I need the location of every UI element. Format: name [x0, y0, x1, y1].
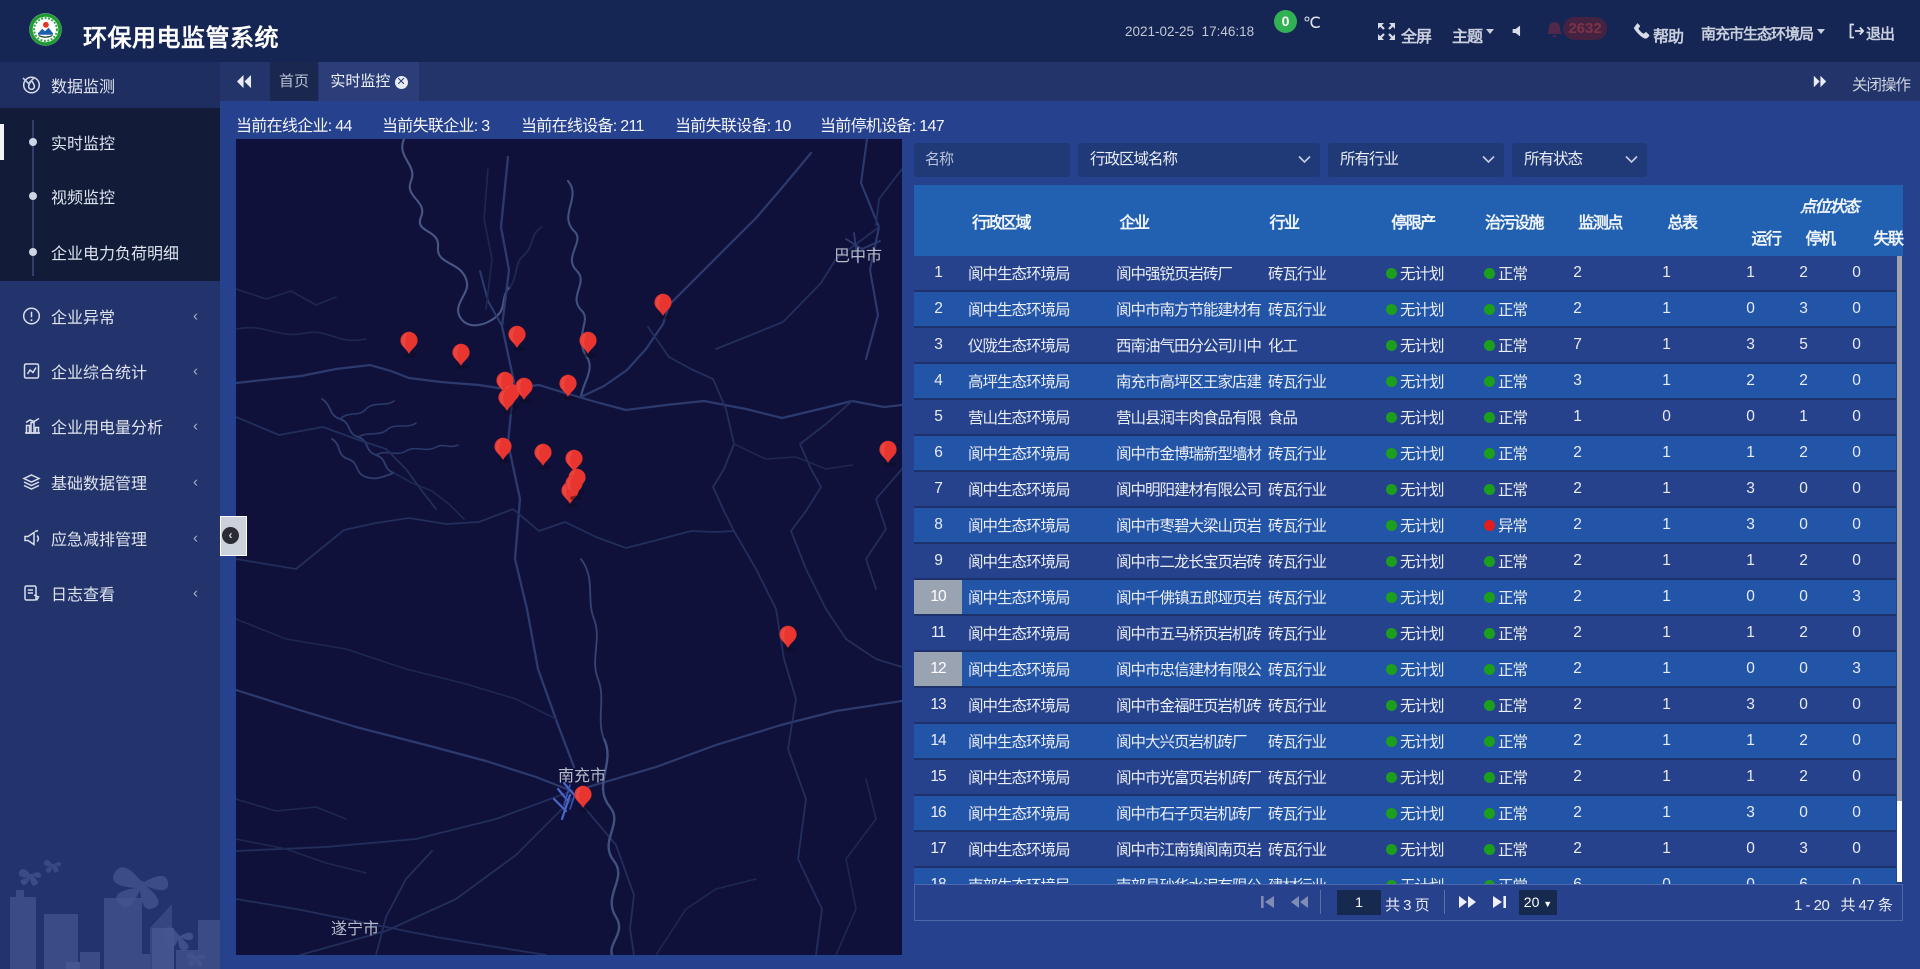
svg-text:巴中市: 巴中市: [834, 247, 882, 265]
svg-text:南充市: 南充市: [558, 767, 606, 785]
svg-text:遂宁市: 遂宁市: [331, 920, 379, 938]
